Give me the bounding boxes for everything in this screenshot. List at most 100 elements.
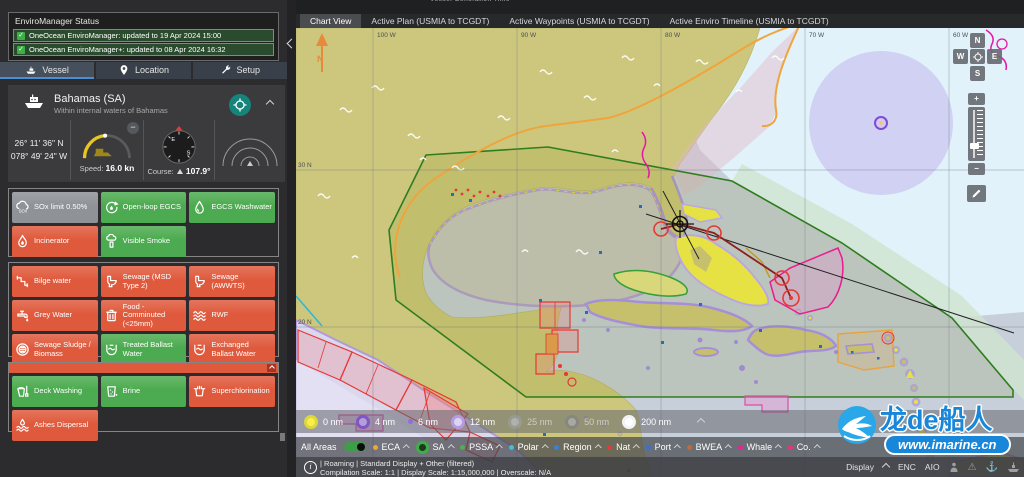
filter-port[interactable]: Port <box>646 442 680 452</box>
tab-location[interactable]: Location <box>96 62 190 79</box>
locate-vessel-button[interactable] <box>229 94 251 116</box>
tab-active-enviro-timeline[interactable]: Active Enviro Timeline (USMIA to TCGDT) <box>660 14 839 28</box>
filter-nat[interactable]: Nat <box>607 442 639 452</box>
longitude: 078° 49' 24" W <box>11 150 67 163</box>
status-row: ✓ OneOcean EnviroManager+: updated to 08… <box>13 43 274 56</box>
pan-east-button[interactable]: E <box>987 49 1002 64</box>
tile-treated-ballast[interactable]: Treated Ballast Water <box>101 334 187 365</box>
zoom-slider[interactable] <box>968 107 985 161</box>
svg-text:100 W: 100 W <box>377 32 397 39</box>
chevron-up-icon[interactable] <box>448 444 454 450</box>
tab-setup[interactable]: Setup <box>193 62 287 79</box>
tab-vessel[interactable]: Vessel <box>0 62 94 79</box>
status-panel: EnviroManager Status ✓ OneOcean EnviroMa… <box>8 12 279 61</box>
display-mode-text: | Roaming | Standard Display + Other (fi… <box>320 459 474 468</box>
sidebar-tab-bar: Vessel Location Setup <box>0 62 287 79</box>
tile-egcs-washwater[interactable]: EGCS Washwater <box>189 192 275 223</box>
legend-item[interactable]: 4 nm <box>356 415 395 429</box>
tile-visible-smoke[interactable]: Visible Smoke <box>101 226 187 257</box>
sidebar-scrollbar-thumb[interactable] <box>280 433 285 441</box>
range-ring-200nm-icon <box>622 415 636 429</box>
svg-text:80 W: 80 W <box>665 32 681 39</box>
tile-rwf[interactable]: RWF <box>189 300 275 331</box>
legend-item[interactable]: 25 nm <box>508 415 552 429</box>
zoom-out-button[interactable]: − <box>968 163 985 175</box>
center-vessel-button[interactable] <box>970 49 985 64</box>
chevron-up-icon[interactable] <box>814 444 820 450</box>
chevron-up-icon[interactable] <box>725 444 731 450</box>
svg-text:20 N: 20 N <box>298 319 312 326</box>
filter-bwea[interactable]: BWEA <box>687 442 731 452</box>
chevron-up-icon[interactable] <box>775 444 781 450</box>
info-icon[interactable]: i <box>304 461 317 474</box>
tab-active-waypoints[interactable]: Active Waypoints (USMIA to TCGDT) <box>499 14 659 28</box>
zoom-slider-handle[interactable] <box>970 143 979 149</box>
pssa-dot-icon <box>460 445 465 450</box>
tile-open-loop-egcs[interactable]: Open-loop EGCS <box>101 192 187 223</box>
filter-region[interactable]: Region <box>554 442 600 452</box>
pan-north-button[interactable]: N <box>970 33 985 48</box>
vessel-status-card: Bahamas (SA) Within internal waters of B… <box>8 85 285 182</box>
filter-co[interactable]: Co. <box>788 442 820 452</box>
course-gauge: E S Course: 107.9° <box>143 120 214 180</box>
svg-text:N: N <box>317 54 324 64</box>
zoom-in-button[interactable]: + <box>968 93 985 105</box>
edit-route-button[interactable] <box>967 185 986 202</box>
range-ring-0nm-icon <box>304 415 318 429</box>
vessel-coordinates: 26° 11' 36" N 078° 49' 24" W <box>8 120 70 180</box>
tile-bilge-water[interactable]: Bilge water <box>12 266 98 297</box>
tile-exchanged-ballast[interactable]: Exchanged Ballast Water <box>189 334 275 365</box>
legend-item[interactable]: 12 nm <box>451 415 495 429</box>
filter-whale[interactable]: Whale <box>738 442 781 452</box>
tile-sewage-awwts[interactable]: Sewage (AWWTS) <box>189 266 275 297</box>
vessel-subtitle: Within internal waters of Bahamas <box>54 106 168 115</box>
gauge-minus-button[interactable]: − <box>127 122 139 134</box>
tile-ashes-dispersal[interactable]: Ashes Dispersal <box>12 410 98 441</box>
clipped-window-title: Vessel Generation Time <box>430 0 510 3</box>
chevron-up-icon[interactable] <box>595 444 601 450</box>
chevron-up-icon[interactable] <box>674 444 680 450</box>
target-icon <box>973 52 983 62</box>
puerto-rico <box>846 344 874 354</box>
tile-superchlorination[interactable]: Superchlorination <box>189 376 275 407</box>
tile-sewage-msd[interactable]: Sewage (MSD Type 2) <box>101 266 187 297</box>
zoom-slider-ticks <box>977 110 983 158</box>
legend-item[interactable]: 50 nm <box>565 415 609 429</box>
chevron-up-icon[interactable] <box>633 444 639 450</box>
tile-deck-washing[interactable]: Deck Washing <box>12 376 98 407</box>
vessel-gauges: 26° 11' 36" N 078° 49' 24" W − Speed: 16… <box>8 120 285 180</box>
all-areas-toggle[interactable] <box>344 442 366 452</box>
chart-panel: Vessel Generation Time Chart View Active… <box>296 0 1024 477</box>
course-compass-dial: E S <box>158 125 200 165</box>
tab-active-plan[interactable]: Active Plan (USMIA to TCGDT) <box>361 14 499 28</box>
chevron-up-icon[interactable] <box>496 444 502 450</box>
filter-pssa[interactable]: PSSA <box>460 442 502 452</box>
imarine-logo-icon <box>836 404 878 446</box>
eca-dot-icon <box>373 445 378 450</box>
chevron-up-icon[interactable] <box>542 444 548 450</box>
legend-item[interactable]: 200 nm <box>622 415 671 429</box>
tab-chart-view[interactable]: Chart View <box>300 14 361 28</box>
chevron-up-icon[interactable] <box>403 444 409 450</box>
pan-south-button[interactable]: S <box>970 66 985 81</box>
collapse-sidebar-chevron-icon[interactable] <box>287 39 297 49</box>
tile-food-comminuted[interactable]: Food - Comminuted (<25mm) <box>101 300 187 331</box>
tile-sewage-sludge[interactable]: Sewage Sludge / Biomass <box>12 334 98 365</box>
filter-eca[interactable]: ECA <box>373 442 409 452</box>
ballast-hull-icon <box>104 342 119 357</box>
tile-grey-water[interactable]: Grey Water <box>12 300 98 331</box>
tile-incinerator[interactable]: Incinerator <box>12 226 98 257</box>
legend-item[interactable]: 6 nm <box>408 417 438 427</box>
legend-collapse-chevron-icon[interactable] <box>697 417 705 425</box>
collapse-group-button[interactable] <box>267 364 276 372</box>
course-value: 107.9° <box>186 166 211 176</box>
radar-gauge <box>214 120 285 180</box>
filter-sa[interactable]: SA <box>416 441 454 454</box>
filter-polar[interactable]: Polar <box>509 442 548 452</box>
pan-west-button[interactable]: W <box>953 49 968 64</box>
tile-brine[interactable]: Brine <box>101 376 187 407</box>
svg-text:E: E <box>171 137 175 143</box>
legend-item[interactable]: 0 nm <box>304 415 343 429</box>
smoke-stack-icon <box>104 234 119 249</box>
tile-sox-limit[interactable]: SOx SOx limit 0.50% <box>12 192 98 223</box>
